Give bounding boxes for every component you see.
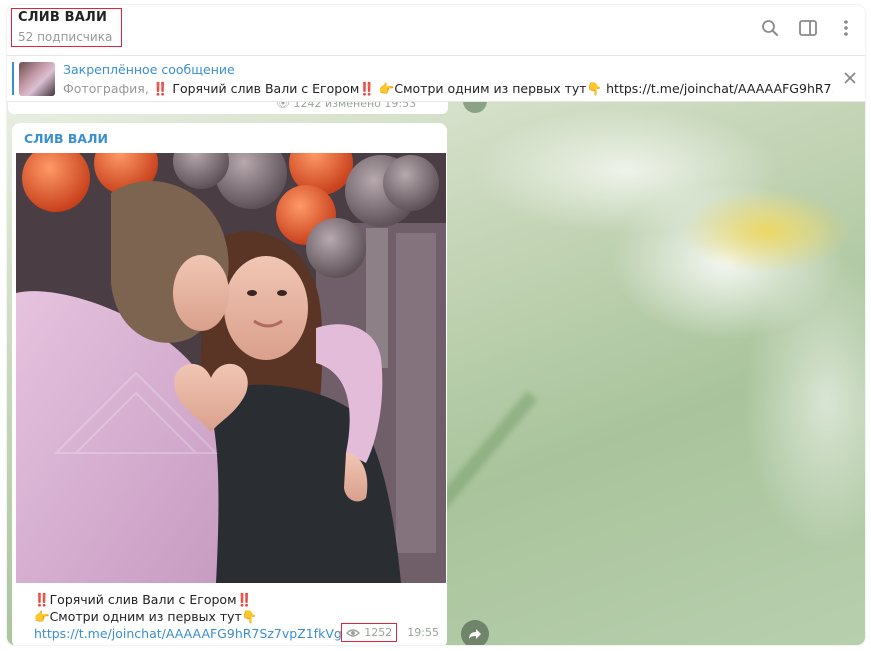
message-footer: 1252 19:55	[341, 623, 439, 642]
search-icon[interactable]	[751, 13, 789, 43]
pinned-prefix: Фотография,	[63, 81, 153, 96]
close-icon[interactable]	[839, 67, 861, 89]
previous-message-meta: 👁 1242 изменено 19:53	[276, 101, 417, 110]
pinned-heading: Закреплённое сообщение	[63, 62, 235, 77]
view-counter: 1252	[341, 623, 398, 642]
more-vertical-icon[interactable]	[827, 13, 865, 43]
sidebar-toggle-icon[interactable]	[789, 13, 827, 43]
header-actions	[751, 13, 865, 43]
view-count: 1252	[364, 626, 393, 639]
telegram-window: СЛИВ ВАЛИ 52 подписчика Закреплённое соо…	[7, 5, 865, 645]
pinned-message-bar[interactable]: Закреплённое сообщение Фотография, ‼️ Го…	[7, 56, 865, 102]
message-photo[interactable]	[16, 153, 446, 583]
message-time: 19:55	[407, 626, 439, 639]
share-button[interactable]	[461, 620, 489, 645]
subscriber-count: 52 подписчика	[18, 30, 113, 44]
eye-icon	[346, 628, 361, 637]
previous-message-bubble: 👁 1242 изменено 19:53	[8, 101, 448, 114]
share-arrow-icon	[469, 629, 481, 639]
message-line-1: ‼️Горячий слив Вали с Егором‼️	[34, 592, 253, 607]
message-link[interactable]: https://t.me/joinchat/AAAAAFG9hR7Sz7vpZ1…	[34, 626, 342, 641]
pinned-thumbnail	[19, 62, 55, 96]
message-bubble[interactable]: СЛИВ ВАЛИ ‼️Горячий слив Вали с Егором‼️…	[12, 123, 447, 645]
chat-header: СЛИВ ВАЛИ 52 подписчика	[7, 5, 865, 56]
pinned-preview: Фотография, ‼️ Горячий слив Вали с Егоро…	[63, 81, 833, 97]
message-sender[interactable]: СЛИВ ВАЛИ	[24, 131, 108, 146]
pinned-text: ‼️ Горячий слив Вали с Егором‼️ 👉Смотри …	[152, 81, 833, 96]
pinned-accent-line	[12, 62, 14, 95]
channel-title[interactable]: СЛИВ ВАЛИ	[18, 10, 107, 25]
balloon	[383, 155, 439, 211]
photo-illustration	[16, 153, 446, 583]
balloon	[306, 218, 366, 278]
